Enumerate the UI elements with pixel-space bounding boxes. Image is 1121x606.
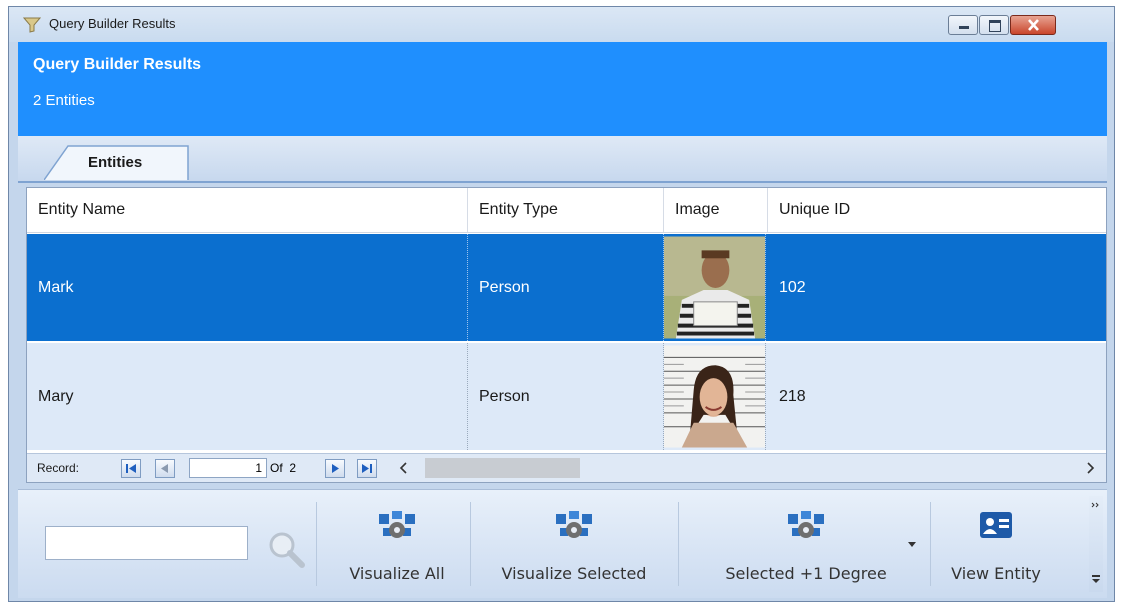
- entity-photo: [664, 343, 766, 450]
- query-builder-window: Query Builder Results Query Builder Resu…: [8, 6, 1115, 602]
- tab-strip: Entities: [18, 136, 1107, 183]
- grid-header: Entity Name Entity Type Image Unique ID: [27, 188, 1106, 233]
- toolbar-separator: [316, 502, 317, 586]
- visualize-icon: [788, 511, 824, 538]
- window-title: Query Builder Results: [49, 16, 176, 31]
- toolbar-separator: [470, 502, 471, 586]
- close-icon: [1028, 19, 1039, 31]
- next-icon: [332, 464, 339, 473]
- minimize-icon: [959, 26, 969, 29]
- col-unique-id[interactable]: Unique ID: [768, 188, 1106, 232]
- toolbar-separator: [678, 502, 679, 586]
- horizontal-scroll-thumb[interactable]: [425, 458, 580, 478]
- view-entity-button[interactable]: View Entity: [932, 500, 1060, 590]
- cell-unique-id: 218: [779, 388, 806, 405]
- tab-entities-label: Entities: [88, 154, 143, 171]
- previous-record-button[interactable]: [155, 459, 175, 478]
- search-icon[interactable]: [267, 530, 307, 570]
- maximize-icon: [989, 20, 1001, 32]
- scroll-right-icon[interactable]: [1085, 462, 1095, 474]
- entity-photo: [664, 234, 766, 341]
- action-toolbar: Visualize All Visualize Selected Selecte…: [18, 489, 1107, 598]
- cell-entity-type: Person: [468, 234, 664, 341]
- query-icon: [23, 17, 41, 33]
- maximize-button[interactable]: [979, 15, 1009, 35]
- results-header: Query Builder Results 2 Entities: [18, 42, 1107, 136]
- cell-entity-name: Mary: [27, 343, 468, 450]
- view-entity-label: View Entity: [951, 564, 1041, 583]
- minimize-button[interactable]: [948, 15, 978, 35]
- toolbar-overflow[interactable]: [1089, 496, 1103, 592]
- last-icon: [362, 464, 372, 473]
- visualize-all-label: Visualize All: [349, 564, 445, 583]
- toolbar-separator: [930, 502, 931, 586]
- scroll-left-icon[interactable]: [399, 462, 409, 474]
- dropdown-arrow-icon[interactable]: [908, 542, 916, 548]
- entity-card-icon: [980, 512, 1012, 538]
- cell-entity-name: Mark: [27, 234, 468, 341]
- close-button[interactable]: [1010, 15, 1056, 35]
- col-image[interactable]: Image: [664, 188, 768, 232]
- col-entity-name[interactable]: Entity Name: [27, 188, 468, 232]
- customize-toolbar-icon: [1092, 575, 1100, 583]
- table-row[interactable]: Mark Person 102: [27, 234, 1106, 341]
- search-input[interactable]: [45, 526, 248, 560]
- entities-grid: Entity Name Entity Type Image Unique ID …: [26, 187, 1107, 483]
- record-number-input[interactable]: 1: [189, 458, 267, 478]
- record-label: Record:: [37, 461, 80, 475]
- visualize-icon: [379, 511, 415, 538]
- visualize-selected-button[interactable]: Visualize Selected: [476, 500, 672, 590]
- next-record-button[interactable]: [325, 459, 345, 478]
- col-entity-type[interactable]: Entity Type: [468, 188, 664, 232]
- selected-plus-one-degree-button[interactable]: Selected +1 Degree: [686, 500, 926, 590]
- previous-icon: [161, 464, 168, 473]
- selected-plus-one-degree-label: Selected +1 Degree: [725, 564, 887, 583]
- record-navigator: Record: 1 Of 2: [27, 453, 1106, 482]
- visualize-selected-label: Visualize Selected: [501, 564, 647, 583]
- entity-count: 2 Entities: [33, 92, 95, 109]
- first-icon: [126, 464, 136, 473]
- visualize-all-button[interactable]: Visualize All: [328, 500, 466, 590]
- cell-entity-type: Person: [468, 343, 664, 450]
- first-record-button[interactable]: [121, 459, 141, 478]
- cell-unique-id: 102: [779, 279, 806, 296]
- visualize-icon: [556, 511, 592, 538]
- record-of-label: Of 2: [270, 461, 297, 475]
- title-bar[interactable]: Query Builder Results: [9, 7, 1114, 42]
- header-title: Query Builder Results: [33, 56, 202, 73]
- table-row[interactable]: Mary Person 218: [27, 343, 1106, 450]
- last-record-button[interactable]: [357, 459, 377, 478]
- overflow-chevron-icon: [1091, 502, 1099, 508]
